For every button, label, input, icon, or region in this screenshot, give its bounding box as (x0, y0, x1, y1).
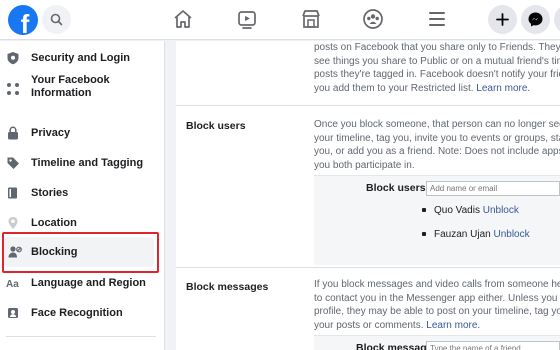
blocked-user-name: Fauzan Ujan (434, 229, 491, 240)
sidebar-item-your-facebook-information[interactable]: Your Facebook Information (0, 73, 165, 103)
block-users-field-label: Block users (366, 182, 426, 194)
restricted-text: you add them to your Restricted list. (314, 82, 477, 94)
sidebar-item-label: Language and Region (31, 277, 146, 289)
watch-icon[interactable] (234, 6, 260, 32)
block-users-description-line: you, or add you as a friend. Note: Does … (314, 146, 560, 157)
sidebar-item-label: Stories (31, 187, 69, 199)
book-icon (8, 187, 17, 199)
create-button[interactable] (488, 5, 517, 34)
block-messages-text: your posts or comments. (314, 319, 427, 331)
section-divider (176, 105, 560, 106)
restricted-learn-more-link[interactable]: Learn more. (476, 83, 530, 94)
block-messages-description-line: your posts or comments. Learn more. (314, 319, 480, 333)
sidebar-item-privacy[interactable]: Privacy (0, 118, 165, 148)
sidebar-item-security[interactable]: Security and Login (0, 43, 165, 73)
block-users-description-line: you both participate in. (314, 159, 415, 171)
grid-icon (7, 83, 19, 95)
messenger-button[interactable] (521, 5, 550, 34)
sidebar-item-label: Security and Login (31, 52, 131, 64)
main-content: posts on Facebook that you share only to… (166, 41, 560, 350)
restricted-description-line: see things you share to Public or on a m… (314, 55, 560, 67)
unblock-link[interactable]: Unblock (493, 229, 529, 240)
face-icon (8, 308, 18, 318)
restricted-description-line: posts they're tagged in. Facebook doesn'… (314, 69, 560, 80)
top-navigation-bar: f (0, 0, 560, 40)
svg-text:Aa: Aa (6, 279, 19, 290)
section-divider (176, 267, 560, 268)
blocking-settings-card: posts on Facebook that you share only to… (176, 41, 560, 350)
logo-letter: f (20, 9, 30, 35)
block-users-panel: Block users Quo Vadis Unblock Fauzan Uja… (314, 175, 560, 265)
facebook-logo[interactable]: f (8, 5, 38, 35)
sidebar-item-language-and-region[interactable]: Aa Language and Region (0, 268, 165, 298)
sidebar-item-label: Face Recognition (31, 307, 123, 319)
block-users-description-line: your timeline, tag you, invite you to ev… (314, 132, 560, 144)
groups-icon[interactable] (360, 6, 386, 32)
block-messages-description-line: If you block messages and video calls fr… (314, 279, 560, 290)
block-users-title: Block users (186, 120, 246, 132)
language-icon: Aa (6, 279, 19, 290)
blocked-user-icon (8, 246, 22, 258)
messenger-icon (528, 12, 543, 27)
block-messages-input[interactable] (426, 341, 560, 350)
block-users-input[interactable] (426, 181, 560, 196)
block-users-description-line: Once you block someone, that person can … (314, 119, 560, 130)
sidebar-item-location[interactable]: Location (0, 208, 165, 238)
notifications-button[interactable] (554, 5, 560, 34)
restricted-description-line: posts on Facebook that you share only to… (314, 42, 560, 53)
block-messages-panel: Block messages (314, 335, 560, 350)
sidebar-item-label: Timeline and Tagging (31, 157, 144, 169)
settings-sidebar: Security and Login Your Facebook Informa… (0, 41, 165, 350)
sidebar-item-stories[interactable]: Stories (0, 178, 165, 208)
menu-icon[interactable] (424, 6, 450, 32)
restricted-description-line: you add them to your Restricted list. Le… (314, 82, 530, 96)
block-messages-description-line: profile, they may be able to post on you… (314, 306, 560, 317)
sidebar-item-label: Your Facebook Information (31, 74, 110, 99)
sidebar-item-timeline-and-tagging[interactable]: Timeline and Tagging (0, 148, 165, 178)
marketplace-icon[interactable] (298, 6, 324, 32)
blocked-user-row: Quo Vadis Unblock (422, 205, 519, 216)
home-icon[interactable] (170, 6, 196, 32)
block-messages-title: Block messages (186, 281, 269, 293)
plus-icon (496, 13, 509, 26)
sidebar-item-label: Location (31, 217, 77, 229)
location-pin-icon (8, 217, 18, 229)
blocked-user-row: Fauzan Ujan Unblock (422, 229, 530, 240)
unblock-link[interactable]: Unblock (483, 205, 519, 216)
search-button[interactable] (42, 5, 71, 34)
block-messages-learn-more-link[interactable]: Learn more. (426, 320, 480, 331)
sidebar-item-label: Privacy (31, 127, 71, 139)
search-icon (50, 13, 63, 26)
block-messages-description-line: to contact you in the Messenger app eith… (314, 292, 560, 304)
blocked-user-name: Quo Vadis (434, 205, 480, 216)
sidebar-item-blocking[interactable]: Blocking (4, 237, 154, 267)
list-bullet (422, 208, 426, 213)
lock-icon (8, 126, 18, 140)
sidebar-item-label: Blocking (31, 246, 78, 258)
sidebar-item-face-recognition[interactable]: Face Recognition (0, 298, 165, 328)
sidebar-divider (6, 336, 156, 337)
shield-icon (7, 52, 19, 65)
tag-icon (7, 157, 19, 169)
list-bullet (422, 232, 426, 237)
